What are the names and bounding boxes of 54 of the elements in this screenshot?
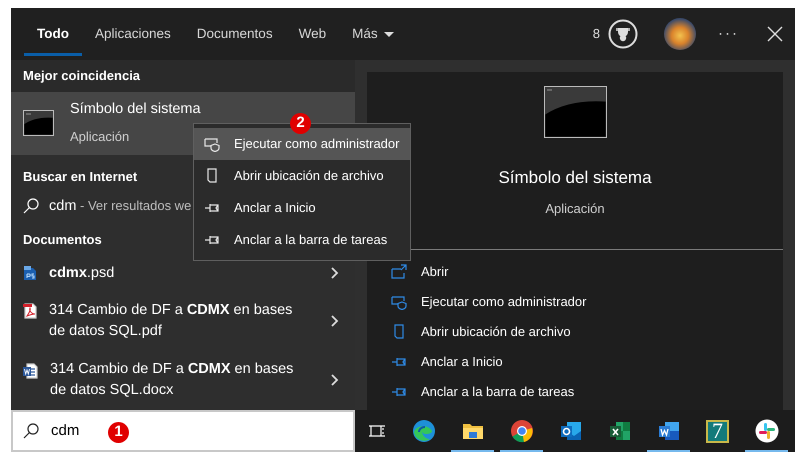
document-name: cdmx.psd [49,264,116,283]
action-item[interactable]: Abrir ubicación de archivo [379,317,583,347]
word-file-icon [23,362,38,379]
action-item[interactable]: Abrir [379,257,460,287]
document-name: 314 Cambio de DF a CDMX en bases de datos SQL.pdf [49,300,294,341]
open-window-icon [391,264,407,280]
filter-tab[interactable]: Más [339,8,407,60]
search-icon [23,198,39,214]
menu-item[interactable]: Anclar a Inicio [194,192,410,224]
terminal-icon [23,110,54,136]
menu-item[interactable]: Abrir ubicación de archivo [194,160,410,192]
slack-icon[interactable] [754,419,778,443]
section-heading: Mejor coincidencia [23,67,140,86]
filter-tab[interactable]: Documentos [184,8,286,60]
shield-window-icon [204,136,220,152]
filter-tab[interactable]: Web [286,8,340,60]
search-icon [23,422,39,439]
more-button[interactable]: ··· [718,22,739,46]
result-subtitle: Aplicación [70,128,130,146]
document-app-icon[interactable] [656,419,680,443]
chevron-right-icon [331,314,339,327]
shield-window-icon [391,294,407,310]
document-result[interactable]: 314 Cambio de DF a CDMX en bases de datos SQL.docx [11,350,355,410]
trophy-icon[interactable] [608,19,638,49]
pdf-file-icon [23,303,37,320]
web-result-text: cdm - Ver resultados we [49,197,192,216]
preview-title: Símbolo del sistema [498,167,652,189]
preview-subtitle: Aplicación [545,200,605,218]
terminal-icon [544,86,606,138]
chevron-right-icon [331,267,339,280]
mail-app-icon[interactable] [558,419,582,443]
action-item[interactable]: Anclar a Inicio [379,347,515,377]
document-result[interactable]: cdmx.psd [11,255,355,292]
result-title: Símbolo del sistema [70,100,201,119]
document-result[interactable]: 314 Cambio de DF a CDMX en bases de datos SQL.pdf [11,291,355,351]
section-heading: Documentos [23,230,102,249]
menu-item[interactable]: Ejecutar como administrador [194,128,410,160]
edge-icon[interactable] [412,419,436,443]
chrome-icon[interactable] [510,419,534,443]
avatar[interactable] [664,18,696,50]
reward-count: 8 [592,25,600,44]
document-name: 314 Cambio de DF a CDMX en bases de datos SQL.docx [50,360,294,400]
section-heading: Buscar en Internet [23,168,138,186]
app-icon[interactable]: 7 [706,420,729,442]
chevron-right-icon [331,374,339,386]
action-item[interactable]: Anclar a la barra de tareas [379,377,586,407]
menu-item[interactable]: Anclar a la barra de tareas [194,224,410,256]
photoshop-file-icon [23,265,37,282]
filter-tab[interactable]: Aplicaciones [82,8,184,60]
filter-tab[interactable]: Todo [24,8,82,60]
action-item[interactable]: Ejecutar como administrador [379,287,598,317]
spreadsheet-app-icon[interactable] [608,419,632,443]
close-icon[interactable] [767,26,783,42]
caret-icon [384,32,394,36]
